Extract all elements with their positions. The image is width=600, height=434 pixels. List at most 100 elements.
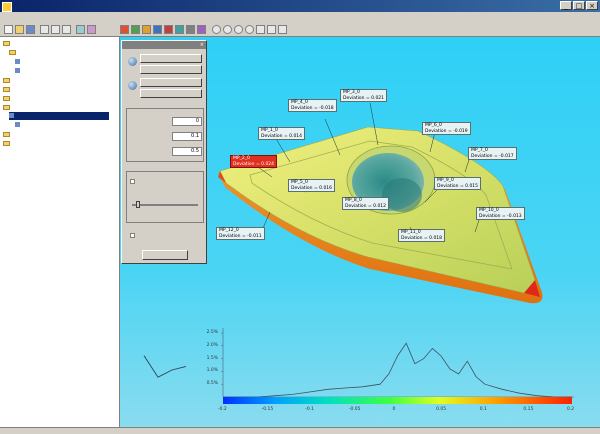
copy-icon[interactable]	[51, 25, 60, 34]
inset-trend-line	[143, 355, 187, 378]
callout-label[interactable]: MP_12_0 Deviation = -0.011	[216, 227, 265, 240]
value-field[interactable]: 0.5	[172, 147, 202, 156]
measure-icon[interactable]	[87, 25, 96, 34]
callout-label[interactable]: MP_1_0 Deviation = 0.014	[258, 127, 306, 140]
callout-label-highlight[interactable]: MP_2_0 Deviation = 0.024	[230, 155, 278, 168]
tree-item[interactable]	[3, 40, 12, 48]
slider-thumb[interactable]	[136, 201, 140, 208]
tree-item[interactable]	[3, 86, 12, 94]
callout-label[interactable]: MP_5_0 Deviation = 0.016	[288, 179, 336, 192]
value-field[interactable]: 0	[172, 117, 202, 126]
mesh-icon	[15, 68, 20, 73]
select-icon[interactable]	[76, 25, 85, 34]
menu-bar	[0, 12, 600, 23]
folder-icon	[3, 87, 10, 92]
ok-button[interactable]	[142, 250, 188, 260]
folder-icon	[3, 96, 10, 101]
color-scale-tick-label: -0.1	[305, 407, 315, 412]
tree-item-selected[interactable]	[9, 112, 109, 120]
tree-item[interactable]	[3, 104, 12, 112]
color-scale-tick-label: -0.05	[348, 407, 361, 412]
model-tree[interactable]	[0, 37, 120, 427]
color-scale-tick-label: 0.15	[523, 407, 534, 412]
slider-track[interactable]	[132, 204, 198, 206]
view-top-icon[interactable]	[278, 25, 287, 34]
value-field[interactable]: 0.1	[172, 132, 202, 141]
paste-icon[interactable]	[62, 25, 71, 34]
close-button[interactable]: ×	[586, 1, 598, 10]
folder-icon	[3, 78, 10, 83]
app-icon	[2, 2, 12, 12]
view-front-icon[interactable]	[267, 25, 276, 34]
color-scale-tick-label: -0.15	[261, 407, 274, 412]
minimize-button[interactable]: _	[560, 1, 572, 10]
report-icon[interactable]	[197, 25, 206, 34]
panel-button[interactable]	[140, 78, 202, 87]
pan-icon[interactable]	[223, 25, 232, 34]
tree-item[interactable]	[9, 49, 18, 57]
inset-trend-plot	[143, 355, 187, 378]
mesh-icon[interactable]	[131, 25, 140, 34]
title-bar: _ □ ×	[0, 0, 600, 12]
mesh-icon	[9, 113, 14, 118]
tree-item[interactable]	[15, 121, 22, 129]
zoom-out-icon[interactable]	[245, 25, 254, 34]
folder-icon	[3, 141, 10, 146]
surface-icon[interactable]	[142, 25, 151, 34]
color-scale-tick-label: 0.1	[479, 407, 487, 412]
tree-item[interactable]	[3, 131, 12, 139]
callout-label[interactable]: MP_7_0 Deviation = -0.017	[468, 147, 517, 160]
color-scale-tick-label: 0	[392, 407, 396, 412]
cut-icon[interactable]	[40, 25, 49, 34]
option-checkbox[interactable]	[130, 233, 135, 238]
tree-item[interactable]	[3, 77, 12, 85]
compare-icon[interactable]	[164, 25, 173, 34]
rotate-icon[interactable]	[212, 25, 221, 34]
panel-button[interactable]	[140, 89, 202, 98]
callout-label[interactable]: MP_11_0 Deviation = 0.018	[398, 229, 446, 242]
callout-label[interactable]: MP_9_0 Deviation = 0.015	[434, 177, 482, 190]
color-map-icon[interactable]	[120, 25, 129, 34]
options-group	[126, 171, 204, 223]
annotate-icon[interactable]	[186, 25, 195, 34]
section-icon[interactable]	[175, 25, 184, 34]
toolbar	[0, 23, 600, 37]
folder-icon	[3, 41, 10, 46]
y-tick-label: 0.5%	[206, 381, 218, 387]
color-scale-tick-label: -0.2	[218, 407, 227, 412]
align-icon[interactable]	[153, 25, 162, 34]
open-icon[interactable]	[15, 25, 24, 34]
callout-label[interactable]: MP_8_0 Deviation = 0.012	[342, 197, 390, 210]
panel-button[interactable]	[140, 54, 202, 63]
callout-label[interactable]: MP_4_0 Deviation = -0.018	[288, 99, 337, 112]
histogram-line	[223, 342, 572, 398]
fit-view-icon[interactable]	[256, 25, 265, 34]
maximize-button[interactable]: □	[573, 1, 585, 10]
tree-item[interactable]	[15, 67, 22, 75]
folder-icon	[3, 105, 10, 110]
y-tick-label: 1.0%	[206, 368, 218, 374]
callout-label[interactable]: MP_10_0 Deviation = -0.013	[476, 207, 525, 220]
tree-item[interactable]	[3, 95, 12, 103]
callout-label[interactable]: MP_3_0 Deviation = 0.021	[340, 89, 388, 102]
y-tick-label: 2.5%	[206, 330, 218, 335]
panel-close-button[interactable]: ×	[200, 41, 204, 49]
callout-label[interactable]: MP_6_0 Deviation = -0.019	[422, 122, 471, 135]
tree-item[interactable]	[15, 58, 22, 66]
zoom-in-icon[interactable]	[234, 25, 243, 34]
new-icon[interactable]	[4, 25, 13, 34]
annotation-panel: × 0 0.1 0.5	[121, 40, 207, 264]
deviation-color-scale	[223, 397, 572, 404]
panel-button[interactable]	[140, 65, 202, 74]
option-checkbox[interactable]	[130, 179, 135, 184]
point-icon	[128, 57, 137, 66]
tree-item[interactable]	[3, 140, 12, 148]
status-bar	[0, 427, 600, 434]
mesh-icon	[15, 122, 20, 127]
folder-icon	[3, 132, 10, 137]
folder-icon	[9, 50, 16, 55]
color-scale-tick-label: 0.05	[436, 407, 447, 412]
save-icon[interactable]	[26, 25, 35, 34]
window-controls: _ □ ×	[560, 1, 598, 10]
y-tick-label: 1.5%	[206, 355, 218, 361]
